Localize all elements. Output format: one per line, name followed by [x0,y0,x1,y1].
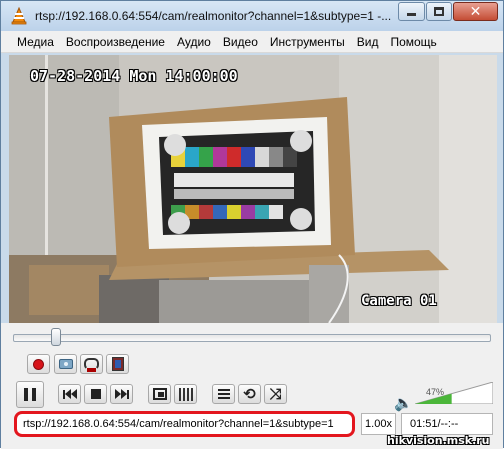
seek-handle[interactable] [51,328,61,346]
loop-ab-icon [84,358,99,372]
previous-icon [62,389,77,399]
extended-settings-icon [178,387,193,401]
playlist-icon [217,389,230,399]
close-button[interactable]: ✕ [453,2,498,21]
camera-icon [58,359,73,369]
extended-settings-button[interactable] [174,384,197,404]
menu-playback[interactable]: Воспроизведение [60,35,171,49]
record-icon [33,358,44,370]
pause-button[interactable] [16,381,44,408]
title-bar: rtsp://192.168.0.64:554/cam/realmonitor?… [1,1,503,31]
minimize-icon [407,13,416,16]
fullscreen-icon [152,388,167,400]
vlc-window: rtsp://192.168.0.64:554/cam/realmonitor?… [0,0,504,449]
menu-tools[interactable]: Инструменты [264,35,351,49]
shuffle-icon: ⤨ [269,384,282,403]
close-icon: ✕ [469,3,482,20]
menu-media[interactable]: Медиа [11,35,60,49]
loop-icon: ⟲ [243,384,256,403]
volume-percent: 47% [426,387,445,397]
snapshot-button[interactable] [54,354,77,374]
osd-camera-name: Camera 01 [361,293,437,309]
menu-audio[interactable]: Аудио [171,35,217,49]
loop-button[interactable]: ⟲ [238,384,261,404]
speaker-icon[interactable]: 🔈 [394,394,413,412]
time-display[interactable]: 01:51/--:-- [401,413,493,435]
next-icon [114,389,129,399]
media-url-field: rtsp://192.168.0.64:554/cam/realmonitor?… [14,411,355,437]
video-display[interactable]: 07-28-2014 Mon 14:00:00 Camera 01 [9,55,497,323]
fullscreen-button[interactable] [148,384,171,404]
frame-step-icon [111,357,124,371]
seek-bar[interactable] [13,334,491,342]
maximize-icon [434,7,444,16]
stop-button[interactable] [84,384,107,404]
next-button[interactable] [110,384,133,404]
record-button[interactable] [27,354,50,374]
window-title: rtsp://192.168.0.64:554/cam/realmonitor?… [35,9,392,23]
previous-button[interactable] [58,384,81,404]
playlist-button[interactable] [212,384,235,404]
minimize-button[interactable] [398,2,425,21]
menu-bar: Медиа Воспроизведение Аудио Видео Инстру… [1,31,503,53]
menu-help[interactable]: Помощь [384,35,442,49]
playback-speed[interactable]: 1.00x [361,413,396,435]
menu-video[interactable]: Видео [217,35,264,49]
vlc-cone-icon [11,7,27,25]
loop-ab-button[interactable] [80,354,103,374]
maximize-button[interactable] [426,2,452,21]
osd-datetime: 07-28-2014 Mon 14:00:00 [30,67,238,85]
pause-icon [24,388,36,401]
stop-icon [90,389,101,399]
video-frame-image [9,55,497,323]
frame-step-button[interactable] [106,354,129,374]
watermark-text: hikvision.msk.ru [387,434,490,447]
menu-view[interactable]: Вид [351,35,385,49]
shuffle-button[interactable]: ⤨ [264,384,287,404]
